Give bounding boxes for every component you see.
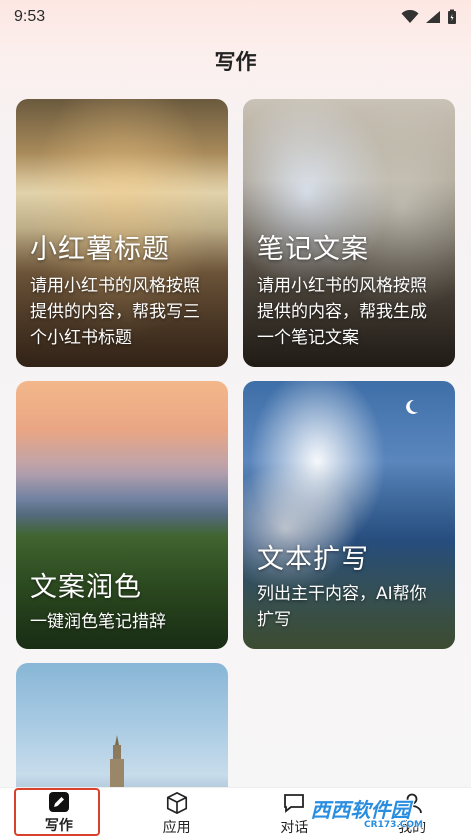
cube-icon	[166, 792, 187, 814]
nav-label: 应用	[162, 820, 191, 836]
watermark-sub: CR173.COM	[364, 820, 423, 830]
status-bar: 9:53	[0, 0, 471, 34]
status-time: 9:53	[14, 8, 46, 25]
nav-item-apps[interactable]: 应用	[118, 788, 236, 837]
card-text-expand[interactable]: 文本扩写 列出主干内容，AI帮你扩写	[243, 381, 455, 649]
card-title: 文本扩写	[257, 544, 369, 575]
watermark-text: 西西软件园	[310, 797, 411, 822]
card-desc: 请用小红书的风格按照提供的内容，帮我生成一个笔记文案	[257, 276, 427, 348]
card-title: 小红薯标题	[30, 234, 170, 265]
page-title: 写作	[214, 50, 257, 74]
card-title: 笔记文案	[257, 234, 369, 265]
wifi-icon	[401, 10, 419, 23]
card-partial[interactable]	[16, 663, 228, 803]
status-icons	[401, 9, 457, 25]
watermark-logo: 西西软件园 CR173.COM	[268, 788, 453, 831]
card-desc: 请用小红书的风格按照提供的内容，帮我写三个小红书标题	[30, 276, 200, 348]
card-xiaohongshu-title[interactable]: 小红薯标题 请用小红书的风格按照提供的内容，帮我写三个小红书标题	[16, 99, 228, 367]
card-desc: 一键润色笔记措辞	[30, 612, 166, 632]
signal-icon	[426, 11, 440, 23]
card-copy-polish[interactable]: 文案润色 一键润色笔记措辞	[16, 381, 228, 649]
card-note-copy[interactable]: 笔记文案 请用小红书的风格按照提供的内容，帮我生成一个笔记文案	[243, 99, 455, 367]
battery-icon	[448, 9, 456, 24]
active-tab-highlight	[14, 788, 100, 836]
card-desc: 列出主干内容，AI帮你扩写	[257, 584, 427, 630]
card-title: 文案润色	[30, 572, 142, 603]
